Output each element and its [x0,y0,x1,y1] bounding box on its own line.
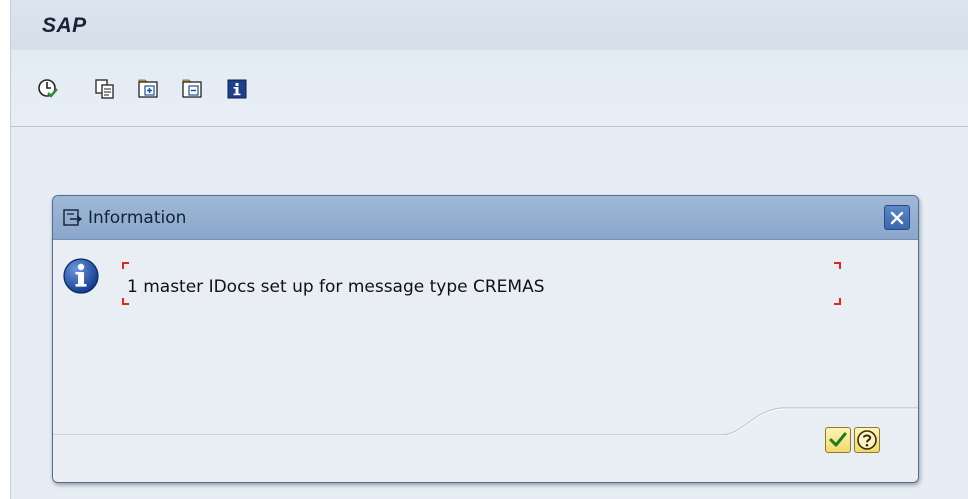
message-info-icon [61,256,101,300]
window-menu-icon[interactable] [63,209,83,231]
footer-divider [53,407,918,435]
message-text: 1 master IDocs set up for message type C… [127,277,545,297]
help-icon [857,430,877,450]
dialog-title-bar[interactable]: Information [53,196,918,240]
focus-corner-top-left [122,262,129,269]
dialog-title: Information [88,208,187,228]
copy-button[interactable] [94,78,116,100]
app-title: SAP [42,14,87,37]
close-icon [890,211,904,224]
collapse-button[interactable] [181,78,203,100]
focus-corner-top-right [834,262,841,269]
close-button[interactable] [884,205,910,230]
checkmark-icon [829,432,847,447]
application-toolbar [11,50,968,127]
help-button[interactable] [854,427,880,453]
ok-button[interactable] [825,427,851,453]
title-bar: SAP [11,0,968,50]
execute-icon [38,79,58,98]
info-icon [227,79,247,99]
information-dialog: Information 1 master IDocs set up for me… [52,195,919,483]
expand-icon [138,79,158,98]
focus-corner-bottom-right [834,298,841,305]
collapse-icon [182,79,202,98]
expand-button[interactable] [137,78,159,100]
focus-corner-bottom-left [122,298,129,305]
copy-icon [95,79,114,99]
execute-button[interactable] [37,78,59,100]
dialog-body: 1 master IDocs set up for message type C… [53,240,918,482]
info-button[interactable] [226,78,248,100]
